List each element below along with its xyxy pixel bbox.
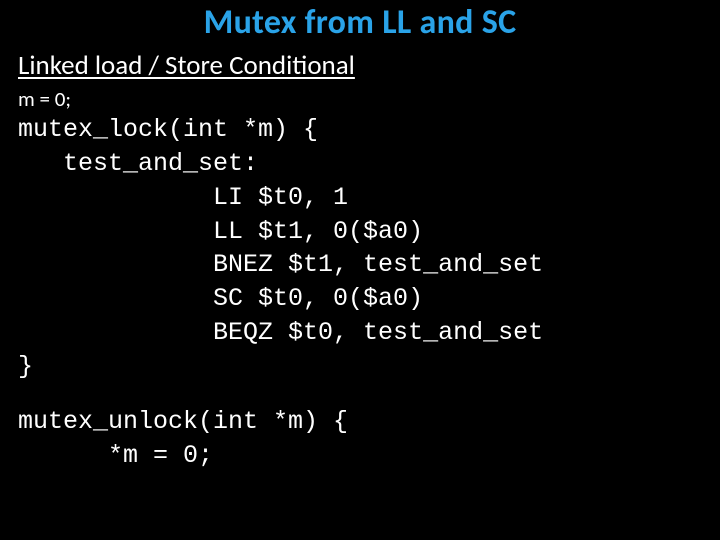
lock-signature: mutex_lock(int *m) { [0, 113, 720, 147]
lock-close: } [0, 350, 720, 384]
slide-title: Mutex from LL and SC [0, 0, 720, 43]
init-line: m = 0; [0, 86, 720, 112]
lock-instr-sc: SC $t0, 0($a0) [0, 282, 720, 316]
lock-instr-li: LI $t0, 1 [0, 181, 720, 215]
unlock-signature: mutex_unlock(int *m) { [0, 405, 720, 439]
lock-label: test_and_set: [0, 147, 720, 181]
slide-subtitle: Linked load / Store Conditional [0, 43, 720, 86]
lock-instr-ll: LL $t1, 0($a0) [0, 215, 720, 249]
lock-instr-beqz: BEQZ $t0, test_and_set [0, 316, 720, 350]
mutex-lock-block: mutex_lock(int *m) { test_and_set: LI $t… [0, 112, 720, 383]
slide: Mutex from LL and SC Linked load / Store… [0, 0, 720, 540]
lock-instr-bnez: BNEZ $t1, test_and_set [0, 248, 720, 282]
unlock-body: *m = 0; [0, 439, 720, 473]
mutex-unlock-block: mutex_unlock(int *m) { *m = 0; [0, 383, 720, 473]
